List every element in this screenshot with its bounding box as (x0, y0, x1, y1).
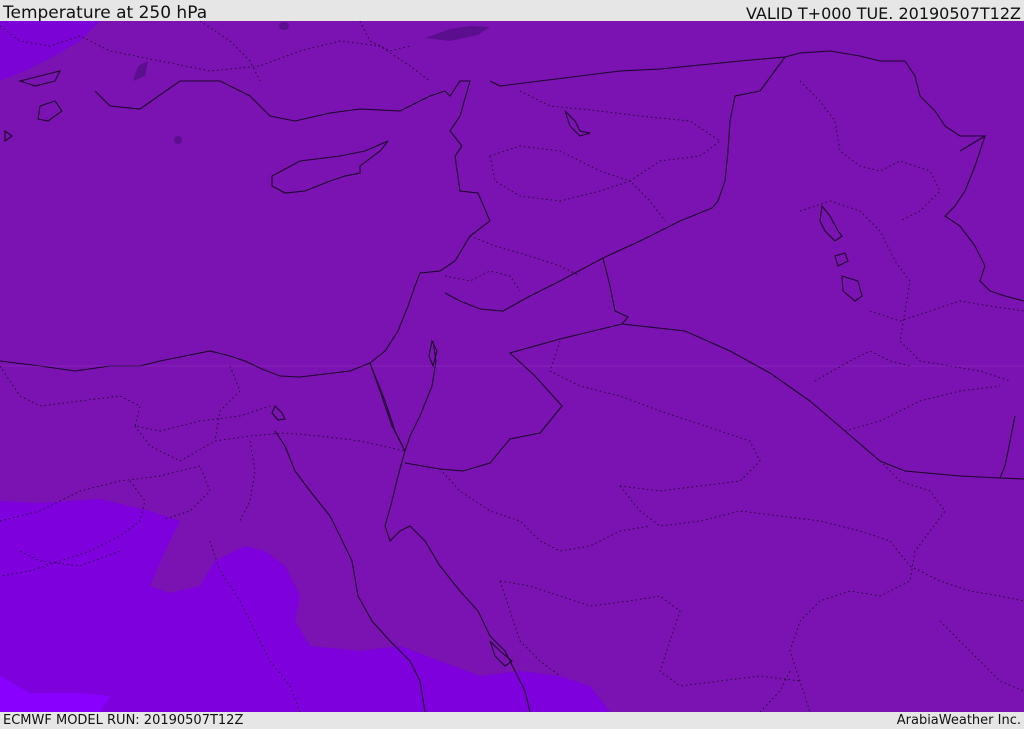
map-title: Temperature at 250 hPa (3, 3, 208, 23)
cold-spot (279, 22, 289, 30)
temperature-map (0, 21, 1024, 712)
model-run: ECMWF MODEL RUN: 20190507T12Z (3, 713, 244, 728)
header-bar: Temperature at 250 hPa VALID T+000 TUE. … (0, 0, 1024, 23)
cold-spot (174, 136, 182, 144)
footer-bar: ECMWF MODEL RUN: 20190507T12Z ArabiaWeat… (0, 712, 1024, 729)
credit-text: ArabiaWeather Inc. (896, 713, 1021, 728)
